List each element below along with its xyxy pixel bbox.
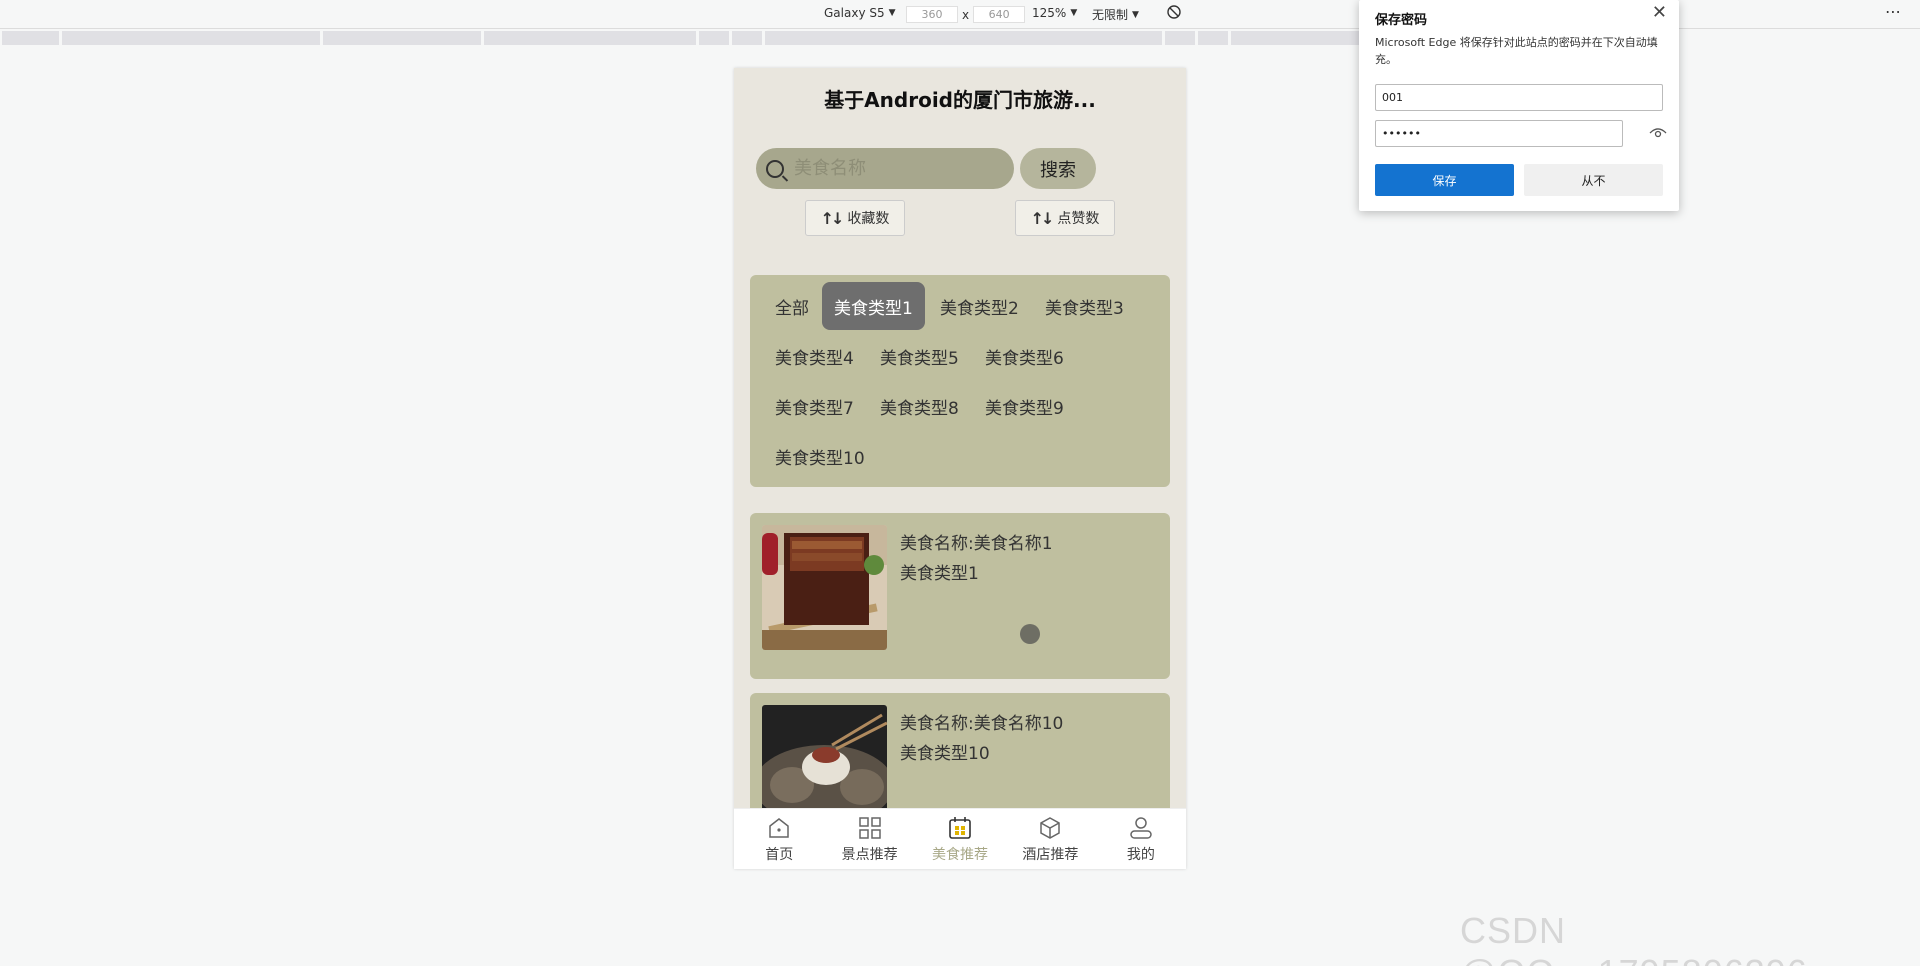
sort-favorites-label: 收藏数 bbox=[847, 211, 890, 227]
throttle-value: 无限制 bbox=[1092, 8, 1129, 22]
calendar-icon bbox=[949, 816, 971, 839]
chevron-down-icon: ▼ bbox=[1070, 8, 1078, 18]
touch-cursor bbox=[1020, 624, 1040, 644]
close-icon[interactable]: ✕ bbox=[1652, 2, 1667, 23]
tab-label: 首页 bbox=[765, 846, 794, 863]
eye-icon[interactable] bbox=[1649, 126, 1667, 140]
category-item[interactable]: 美食类型10 bbox=[775, 432, 865, 480]
dialog-title: 保存密码 bbox=[1375, 13, 1428, 28]
category-item[interactable]: 美食类型3 bbox=[1045, 282, 1124, 330]
dimension-separator: x bbox=[962, 7, 970, 22]
bottom-tab-bar: 首页 景点推荐 美食推荐 酒店推荐 我的 bbox=[734, 808, 1186, 869]
category-item-active[interactable]: 美食类型1 bbox=[822, 282, 925, 330]
user-icon bbox=[1130, 816, 1152, 839]
throttle-select[interactable]: 无限制 ▼ bbox=[1092, 6, 1139, 23]
tab-label: 我的 bbox=[1126, 846, 1155, 863]
search-input[interactable] bbox=[794, 158, 984, 179]
search-box[interactable] bbox=[756, 148, 1014, 189]
category-item[interactable]: 美食类型4 bbox=[775, 332, 854, 380]
category-item[interactable]: 全部 bbox=[775, 282, 809, 330]
save-password-dialog: 保存密码 ✕ Microsoft Edge 将保存针对此站点的密码并在下次自动填… bbox=[1359, 0, 1679, 211]
tab-label: 美食推荐 bbox=[932, 846, 989, 863]
tab-label: 景点推荐 bbox=[841, 846, 898, 863]
category-item[interactable]: 美食类型5 bbox=[880, 332, 959, 380]
food-type: 美食类型10 bbox=[900, 744, 990, 764]
save-button[interactable]: 保存 bbox=[1375, 164, 1514, 196]
food-name: 美食名称:美食名称10 bbox=[900, 714, 1064, 734]
more-options-icon[interactable]: ⋯ bbox=[1885, 2, 1902, 21]
home-icon bbox=[769, 817, 789, 838]
food-image bbox=[762, 525, 887, 650]
food-name: 美食名称:美食名称1 bbox=[900, 534, 1053, 554]
zoom-select[interactable]: 125% ▼ bbox=[1032, 6, 1077, 20]
category-item[interactable]: 美食类型2 bbox=[940, 282, 1019, 330]
width-input[interactable]: 360 bbox=[906, 6, 958, 23]
phone-viewport: 基于Android的厦门市旅游... 搜索 ↑↓收藏数 ↑↓点赞数 全部 美食类… bbox=[734, 68, 1186, 869]
sort-favorites-button[interactable]: ↑↓ 收藏数 bbox=[805, 200, 905, 236]
no-sensor-icon bbox=[1167, 5, 1181, 19]
sort-likes-label: 点赞数 bbox=[1057, 211, 1100, 227]
search-button[interactable]: 搜索 bbox=[1020, 148, 1096, 189]
category-item[interactable]: 美食类型7 bbox=[775, 382, 854, 430]
zoom-level: 125% bbox=[1032, 6, 1067, 20]
sort-likes-button[interactable]: ↑↓ 点赞数 bbox=[1015, 200, 1115, 236]
tab-hotel[interactable]: 酒店推荐 bbox=[1005, 809, 1095, 869]
food-type: 美食类型1 bbox=[900, 564, 979, 584]
chevron-down-icon: ▼ bbox=[1132, 9, 1139, 20]
never-button[interactable]: 从不 bbox=[1524, 164, 1663, 196]
sort-arrows-icon: ↑↓ bbox=[1030, 208, 1055, 228]
device-select[interactable]: Galaxy S5 ▼ bbox=[824, 6, 896, 20]
device-name: Galaxy S5 bbox=[824, 6, 885, 20]
watermark: CSDN @QQ__1795806396 bbox=[1460, 910, 1807, 966]
password-field[interactable]: •••••• bbox=[1375, 120, 1623, 147]
username-field[interactable]: 001 bbox=[1375, 84, 1663, 111]
height-input[interactable]: 640 bbox=[973, 6, 1026, 23]
food-card[interactable]: 美食名称:美食名称1 美食类型1 bbox=[750, 513, 1170, 679]
page-title: 基于Android的厦门市旅游... bbox=[824, 88, 1096, 112]
category-item[interactable]: 美食类型9 bbox=[985, 382, 1064, 430]
search-icon bbox=[766, 159, 784, 178]
tab-scenic[interactable]: 景点推荐 bbox=[824, 809, 914, 869]
category-panel: 全部 美食类型1 美食类型2 美食类型3 美食类型4 美食类型5 美食类型6 美… bbox=[750, 275, 1170, 487]
tab-food[interactable]: 美食推荐 bbox=[915, 809, 1005, 869]
tab-label: 酒店推荐 bbox=[1022, 846, 1079, 863]
sort-arrows-icon: ↑↓ bbox=[820, 208, 845, 228]
viewport-size: 360 x 640 bbox=[906, 6, 1026, 23]
tab-home[interactable]: 首页 bbox=[734, 809, 824, 869]
grid-icon bbox=[858, 816, 881, 839]
tab-mine[interactable]: 我的 bbox=[1096, 809, 1186, 869]
box-icon bbox=[1040, 816, 1061, 839]
category-item[interactable]: 美食类型8 bbox=[880, 382, 959, 430]
rotate-button[interactable] bbox=[1166, 4, 1182, 20]
dialog-description: Microsoft Edge 将保存针对此站点的密码并在下次自动填充。 bbox=[1375, 36, 1658, 66]
category-item[interactable]: 美食类型6 bbox=[985, 332, 1064, 380]
chevron-down-icon: ▼ bbox=[888, 8, 896, 18]
